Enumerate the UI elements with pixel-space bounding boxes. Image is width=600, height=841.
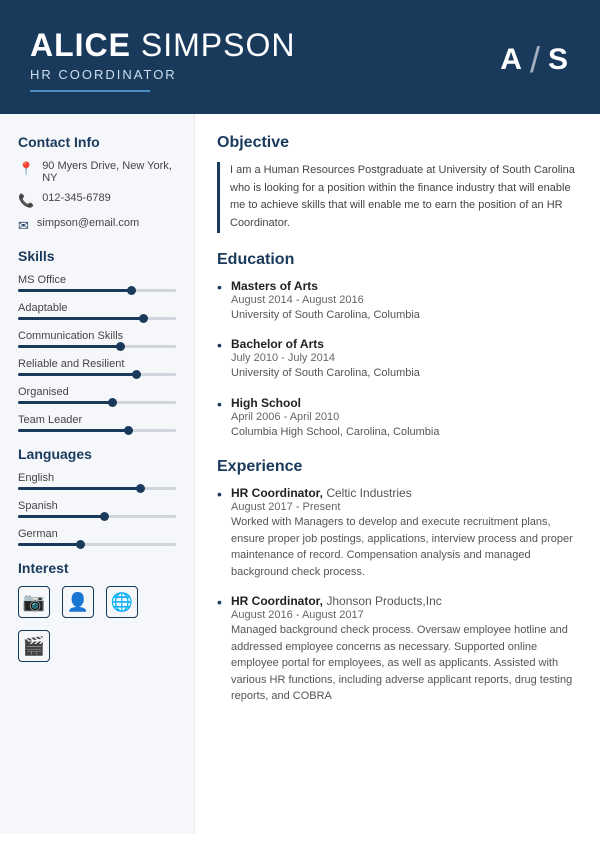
language-label: Spanish	[18, 500, 176, 512]
education-list: Masters of Arts August 2014 - August 201…	[217, 279, 578, 441]
language-item: German	[18, 528, 176, 546]
email-icon: ✉	[18, 218, 29, 234]
camera-icon: 📷	[18, 586, 50, 618]
skill-bar-bg	[18, 373, 176, 376]
contact-email: ✉ simpson@email.com	[18, 217, 176, 234]
exp-title: HR Coordinator, Celtic Industries	[231, 486, 578, 500]
header-left: ALICE SIMPSON HR COORDINATOR	[30, 28, 295, 92]
interest-icons: 📷 👤 🌐 🎬	[18, 586, 176, 662]
education-item: High School April 2006 - April 2010 Colu…	[217, 396, 578, 441]
skill-label: MS Office	[18, 274, 176, 286]
interest-section-title: Interest	[18, 560, 176, 576]
skill-bar-fill	[18, 345, 121, 348]
email-text: simpson@email.com	[37, 217, 139, 229]
person-icon: 👤	[62, 586, 94, 618]
header-title: HR COORDINATOR	[30, 67, 295, 82]
exp-title: HR Coordinator, Jhonson Products,Inc	[231, 594, 578, 608]
exp-description: Managed background check process. Oversa…	[231, 622, 578, 705]
skill-bar-fill	[18, 429, 129, 432]
language-bar-fill	[18, 515, 105, 518]
edu-degree: High School	[231, 396, 578, 410]
edu-date: July 2010 - July 2014	[231, 352, 578, 364]
language-bar-fill	[18, 487, 141, 490]
sidebar: Contact Info 📍 90 Myers Drive, New York,…	[0, 114, 195, 834]
objective-text: I am a Human Resources Postgraduate at U…	[217, 162, 578, 232]
phone-icon: 📞	[18, 193, 34, 209]
education-title: Education	[217, 251, 578, 269]
header: ALICE SIMPSON HR COORDINATOR A / S	[0, 0, 600, 114]
last-name: SIMPSON	[141, 27, 296, 63]
skill-label: Reliable and Resilient	[18, 358, 176, 370]
monogram-a: A	[500, 43, 524, 77]
edu-institution: Columbia High School, Carolina, Columbia	[231, 424, 578, 441]
skill-bar-bg	[18, 345, 176, 348]
language-label: German	[18, 528, 176, 540]
edu-degree: Bachelor of Arts	[231, 337, 578, 351]
language-bar-bg	[18, 543, 176, 546]
edu-degree: Masters of Arts	[231, 279, 578, 293]
skill-bar-fill	[18, 401, 113, 404]
header-monogram: A / S	[500, 39, 570, 81]
language-bar-fill	[18, 543, 81, 546]
exp-date: August 2016 - August 2017	[231, 609, 578, 621]
header-name: ALICE SIMPSON	[30, 28, 295, 63]
skill-item: Team Leader	[18, 414, 176, 432]
phone-text: 012-345-6789	[42, 192, 111, 204]
skill-bar-bg	[18, 401, 176, 404]
monogram-slash: /	[530, 39, 542, 81]
skill-bar-bg	[18, 289, 176, 292]
experience-item: HR Coordinator, Jhonson Products,Inc Aug…	[217, 594, 578, 705]
language-item: Spanish	[18, 500, 176, 518]
experience-title: Experience	[217, 458, 578, 476]
address-text: 90 Myers Drive, New York, NY	[42, 160, 176, 184]
first-name: ALICE	[30, 27, 131, 63]
experience-item: HR Coordinator, Celtic Industries August…	[217, 486, 578, 580]
edu-date: April 2006 - April 2010	[231, 411, 578, 423]
globe-icon: 🌐	[106, 586, 138, 618]
main-layout: Contact Info 📍 90 Myers Drive, New York,…	[0, 114, 600, 834]
skill-item: Reliable and Resilient	[18, 358, 176, 376]
language-bar-bg	[18, 515, 176, 518]
language-bar-bg	[18, 487, 176, 490]
exp-company: Jhonson Products,Inc	[326, 594, 441, 608]
monogram-s: S	[548, 43, 570, 77]
skills-list: MS Office Adaptable Communication Skills…	[18, 274, 176, 432]
header-divider	[30, 90, 150, 92]
edu-institution: University of South Carolina, Columbia	[231, 307, 578, 324]
edu-date: August 2014 - August 2016	[231, 294, 578, 306]
skill-item: MS Office	[18, 274, 176, 292]
language-label: English	[18, 472, 176, 484]
skill-label: Organised	[18, 386, 176, 398]
language-item: English	[18, 472, 176, 490]
skill-bar-fill	[18, 317, 144, 320]
skills-section-title: Skills	[18, 248, 176, 264]
skill-bar-fill	[18, 289, 132, 292]
skill-label: Adaptable	[18, 302, 176, 314]
content-area: Objective I am a Human Resources Postgra…	[195, 114, 600, 834]
skill-label: Communication Skills	[18, 330, 176, 342]
exp-date: August 2017 - Present	[231, 501, 578, 513]
skill-item: Adaptable	[18, 302, 176, 320]
location-icon: 📍	[18, 161, 34, 177]
contact-section-title: Contact Info	[18, 134, 176, 150]
exp-company: Celtic Industries	[326, 486, 411, 500]
objective-title: Objective	[217, 134, 578, 152]
languages-section-title: Languages	[18, 446, 176, 462]
experience-list: HR Coordinator, Celtic Industries August…	[217, 486, 578, 705]
edu-institution: University of South Carolina, Columbia	[231, 365, 578, 382]
skill-item: Communication Skills	[18, 330, 176, 348]
skill-bar-bg	[18, 317, 176, 320]
skill-bar-fill	[18, 373, 137, 376]
languages-list: English Spanish German	[18, 472, 176, 546]
skill-bar-bg	[18, 429, 176, 432]
video-icon: 🎬	[18, 630, 50, 662]
exp-description: Worked with Managers to develop and exec…	[231, 514, 578, 580]
contact-address: 📍 90 Myers Drive, New York, NY	[18, 160, 176, 184]
education-item: Bachelor of Arts July 2010 - July 2014 U…	[217, 337, 578, 382]
skill-item: Organised	[18, 386, 176, 404]
skill-label: Team Leader	[18, 414, 176, 426]
education-item: Masters of Arts August 2014 - August 201…	[217, 279, 578, 324]
contact-phone: 📞 012-345-6789	[18, 192, 176, 209]
